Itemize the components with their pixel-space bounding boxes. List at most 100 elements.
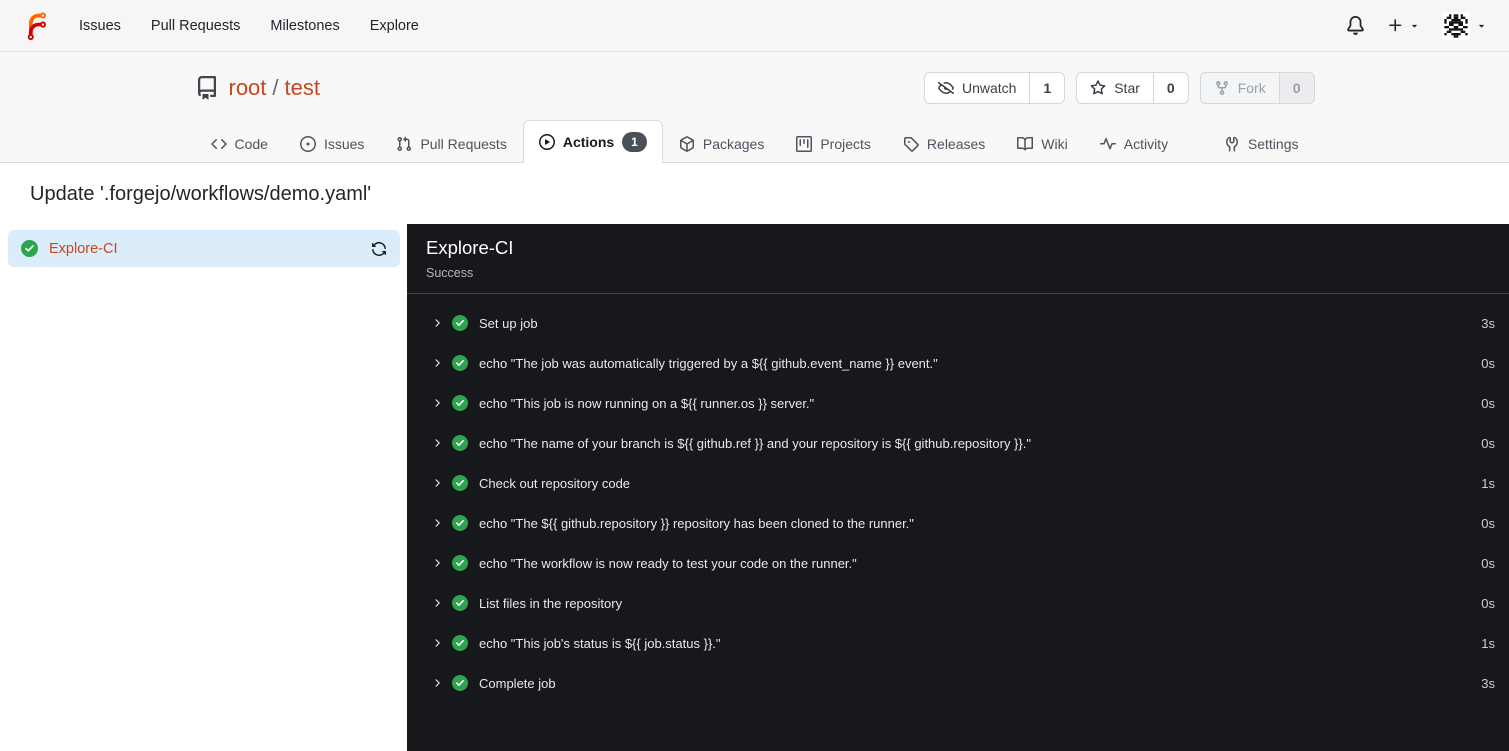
tab-releases[interactable]: Releases [887,124,1001,163]
chevron-right-icon [435,479,440,487]
tab-pull-requests[interactable]: Pull Requests [380,124,522,163]
steps-list: Set up job 3s echo "The job was automati… [407,294,1509,703]
chevron-right-icon [435,559,440,567]
create-new-dropdown[interactable] [1387,17,1420,34]
forgejo-logo-icon[interactable] [22,11,52,41]
check-circle-icon [452,635,468,651]
play-circle-icon [538,134,555,150]
jobs-sidebar: Explore-CI [0,224,407,751]
tab-packages[interactable]: Packages [663,124,780,163]
caret-down-icon [1478,24,1485,28]
tag-icon [903,137,919,152]
chevron-right-icon [435,679,440,687]
fork-button-group: Fork 0 [1199,72,1315,104]
repo-separator: / [272,75,279,100]
job-name: Explore-CI [49,240,118,257]
repo-owner-link[interactable]: root [229,75,267,101]
tab-projects[interactable]: Projects [780,124,887,163]
step-duration: 0s [1481,395,1495,411]
caret-down-icon [1411,24,1418,28]
step-row[interactable]: List files in the repository 0s [407,583,1509,623]
step-duration: 0s [1481,595,1495,611]
package-icon [679,136,694,152]
check-circle-icon [452,555,468,571]
step-name: echo "The name of your branch is ${{ git… [479,435,1031,451]
chevron-right-icon [435,399,440,407]
step-duration: 3s [1481,675,1495,691]
nav-link-milestones[interactable]: Milestones [255,0,354,52]
repo-tabs: Code Issues Pull Requests Actions 1 Pack… [195,120,1315,163]
step-row[interactable]: echo "The name of your branch is ${{ git… [407,423,1509,463]
step-name: echo "The job was automatically triggere… [479,355,938,371]
stars-count[interactable]: 0 [1154,73,1188,103]
step-name: Set up job [479,315,538,331]
tab-actions[interactable]: Actions 1 [522,120,663,163]
step-row[interactable]: echo "The workflow is now ready to test … [407,543,1509,583]
nav-link-explore[interactable]: Explore [355,0,434,52]
chevron-right-icon [435,439,440,447]
star-icon [1090,80,1106,95]
check-circle-icon [452,595,468,611]
rerun-job-icon[interactable] [371,241,387,257]
step-duration: 1s [1481,475,1495,491]
repo-name-link[interactable]: test [285,75,320,101]
repo-title-row: root / test Unwatch 1 Star 0 Fork 0 [195,68,1315,120]
check-circle-icon [452,395,468,411]
eye-closed-icon [937,82,954,95]
check-circle-icon [452,675,468,691]
check-circle-icon [452,355,468,371]
step-row[interactable]: Check out repository code 1s [407,463,1509,503]
step-duration: 3s [1481,315,1495,331]
tab-activity[interactable]: Activity [1084,124,1184,163]
chevron-right-icon [435,319,440,327]
step-name: List files in the repository [479,595,623,611]
nav-link-pull-requests[interactable]: Pull Requests [136,0,255,52]
actions-count-badge: 1 [622,132,647,152]
chevron-right-icon [435,359,440,367]
code-icon [210,138,227,150]
repo-header: root / test Unwatch 1 Star 0 Fork 0 Code… [0,52,1509,163]
unwatch-button[interactable]: Unwatch [925,73,1031,103]
step-duration: 0s [1481,555,1495,571]
fork-button: Fork [1201,73,1280,103]
job-log-panel: Explore-CI Success Set up job 3s echo "T… [407,224,1509,751]
step-row[interactable]: echo "The ${{ github.repository }} repos… [407,503,1509,543]
step-duration: 0s [1481,515,1495,531]
pull-request-icon [397,136,412,152]
step-name: echo "This job's status is ${{ job.statu… [479,635,721,651]
job-item-explore-ci[interactable]: Explore-CI [8,230,400,267]
nav-link-issues[interactable]: Issues [64,0,136,52]
repo-action-buttons: Unwatch 1 Star 0 Fork 0 [923,72,1315,104]
issue-icon [299,136,316,152]
step-row[interactable]: Complete job 3s [407,663,1509,703]
watchers-count[interactable]: 1 [1030,73,1064,103]
check-circle-icon [21,240,38,257]
check-circle-icon [452,515,468,531]
user-menu-dropdown[interactable] [1442,11,1487,40]
step-name: Check out repository code [479,475,631,491]
step-row[interactable]: echo "The job was automatically triggere… [407,343,1509,383]
tab-wiki[interactable]: Wiki [1001,124,1083,163]
tab-code[interactable]: Code [195,124,284,163]
chevron-right-icon [435,599,440,607]
fork-icon [1215,81,1228,96]
forks-count: 0 [1279,73,1314,103]
tools-icon [1225,136,1238,152]
step-row[interactable]: echo "This job is now running on a ${{ r… [407,383,1509,423]
job-status-text: Success [426,266,474,280]
pulse-icon [1099,138,1116,150]
step-duration: 0s [1481,435,1495,451]
avatar-identicon [1442,11,1470,40]
notifications-bell-icon[interactable] [1346,16,1365,35]
star-button[interactable]: Star [1077,73,1154,103]
tab-issues[interactable]: Issues [284,124,380,163]
run-title: Update '.forgejo/workflows/demo.yaml' [30,183,372,205]
step-duration: 1s [1481,635,1495,651]
step-row[interactable]: echo "This job's status is ${{ job.statu… [407,623,1509,663]
step-row[interactable]: Set up job 3s [407,303,1509,343]
unwatch-button-group: Unwatch 1 [923,72,1066,104]
tab-settings[interactable]: Settings [1208,124,1315,163]
step-name: Complete job [479,675,556,691]
actions-run-page: Update '.forgejo/workflows/demo.yaml' Ex… [0,163,1509,751]
step-name: echo "This job is now running on a ${{ r… [479,395,815,411]
